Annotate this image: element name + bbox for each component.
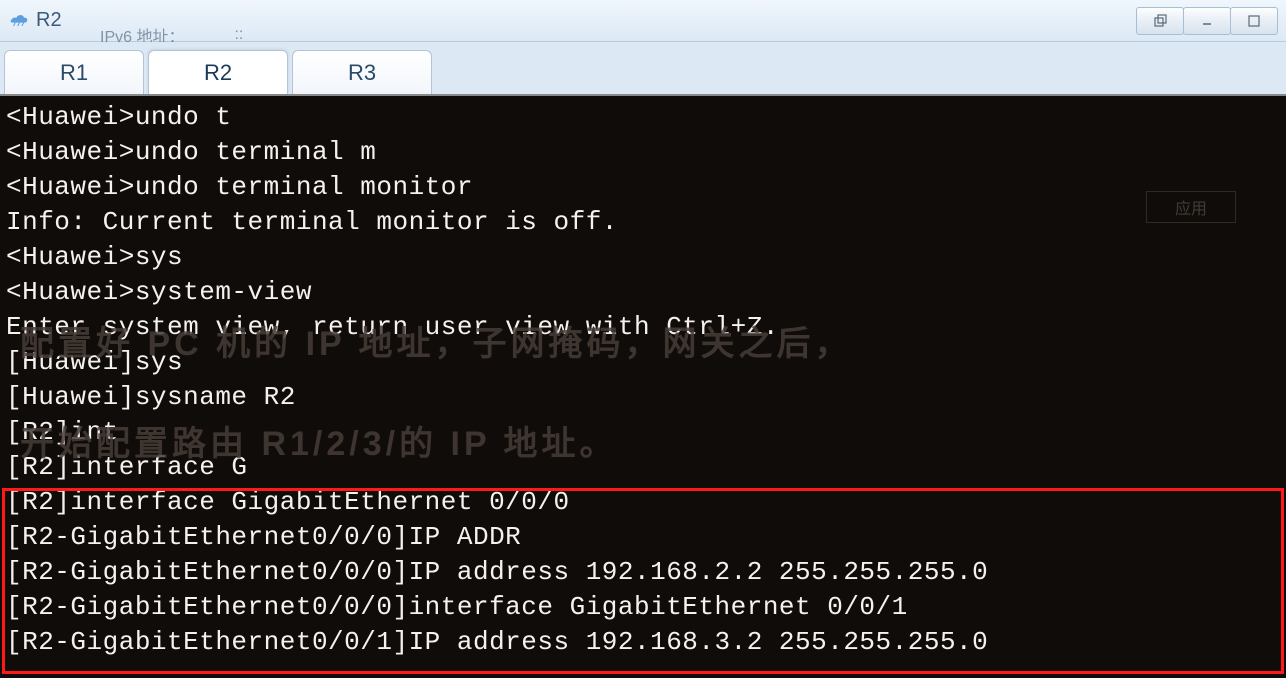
terminal-line: [R2]interface G [6, 450, 1280, 485]
tab-r1[interactable]: R1 [4, 50, 144, 94]
terminal-line: [R2-GigabitEthernet0/0/0]IP address 192.… [6, 555, 1280, 590]
app-icon [8, 10, 30, 32]
tab-label: R2 [204, 60, 232, 86]
window-title: R2 [36, 9, 1136, 32]
popout-button[interactable] [1136, 7, 1184, 35]
maximize-button[interactable] [1230, 7, 1278, 35]
terminal-line: Enter system view, return user view with… [6, 310, 1280, 345]
window-controls [1136, 7, 1278, 35]
terminal-line: [R2]int [6, 415, 1280, 450]
tabbar: R1 R2 R3 [0, 42, 1286, 96]
terminal-line: <Huawei>undo terminal monitor [6, 170, 1280, 205]
terminal-line: Info: Current terminal monitor is off. [6, 205, 1280, 240]
terminal[interactable]: 配置好 PC 机的 IP 地址，子网掩码，网关之后， 开始配置路由 R1/2/3… [0, 96, 1286, 678]
terminal-line: [R2-GigabitEthernet0/0/0]interface Gigab… [6, 590, 1280, 625]
terminal-line: [R2-GigabitEthernet0/0/0]IP ADDR [6, 520, 1280, 555]
terminal-line: <Huawei>undo t [6, 100, 1280, 135]
tab-label: R1 [60, 60, 88, 86]
minimize-button[interactable] [1183, 7, 1231, 35]
terminal-line: <Huawei>sys [6, 240, 1280, 275]
terminal-line: <Huawei>undo terminal m [6, 135, 1280, 170]
titlebar: R2 [0, 0, 1286, 42]
tab-r2[interactable]: R2 [148, 50, 288, 94]
terminal-line: [Huawei]sysname R2 [6, 380, 1280, 415]
tab-label: R3 [348, 60, 376, 86]
terminal-line: [R2]interface GigabitEthernet 0/0/0 [6, 485, 1280, 520]
terminal-line: [R2-GigabitEthernet0/0/1]IP address 192.… [6, 625, 1280, 660]
terminal-line: [Huawei]sys [6, 345, 1280, 380]
tab-r3[interactable]: R3 [292, 50, 432, 94]
terminal-line: <Huawei>system-view [6, 275, 1280, 310]
